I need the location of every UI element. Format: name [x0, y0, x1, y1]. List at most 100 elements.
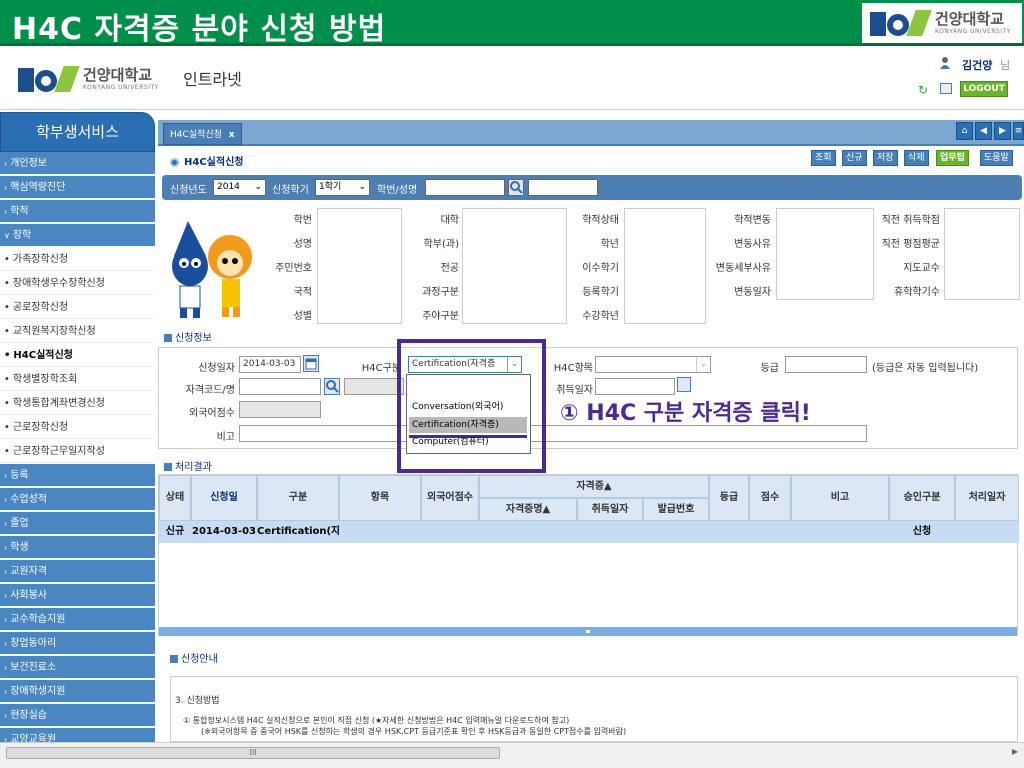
term-label: 신청학기	[272, 185, 309, 196]
sidebar-item[interactable]: › 학적	[0, 200, 155, 223]
logout-button[interactable]: LOGOUT	[960, 81, 1008, 97]
sidebar-item-label: 사회봉사	[10, 590, 48, 601]
calendar-icon[interactable]	[303, 355, 319, 372]
cert-code-label: 자격코드/명	[185, 385, 235, 396]
sidebar-item-label: 학생별장학조회	[12, 374, 78, 385]
help-button[interactable]: 도움말	[980, 150, 1013, 166]
sidebar-item[interactable]: • 근로장학근무일지작성	[0, 440, 155, 463]
year-label: 신청년도	[170, 185, 207, 196]
sidebar-item[interactable]: • 가족장학신청	[0, 248, 155, 271]
sidebar-title[interactable]: 학부생서비스	[0, 112, 155, 152]
bullet-icon: •	[4, 302, 10, 313]
grade-input[interactable]	[785, 356, 867, 373]
new-button[interactable]: 신규	[842, 150, 867, 166]
sidebar-item[interactable]: › 사회봉사	[0, 584, 155, 607]
year-select[interactable]: 2014 ⌄	[213, 179, 266, 196]
info-value-box	[317, 208, 402, 324]
sidebar-item[interactable]: • 공로장학신청	[0, 296, 155, 319]
tab-h4c[interactable]: H4C실적신청 x	[163, 123, 242, 145]
chevron-down-icon: ⌄	[254, 182, 262, 192]
sidebar-item[interactable]: › 보건진료소	[0, 656, 155, 679]
calendar-icon[interactable]	[677, 377, 691, 392]
table-hscrollbar[interactable]	[159, 627, 1017, 636]
page-hscrollbar[interactable]: III ▶	[0, 742, 1024, 768]
logo-name-ko: 건양대학교	[83, 65, 153, 84]
term-select[interactable]: 1학기 ⌄	[315, 179, 370, 196]
chevron-icon: ›	[4, 495, 8, 504]
search-button[interactable]: 조회	[811, 150, 836, 166]
student-name-input[interactable]	[528, 179, 598, 196]
sidebar-item-label: 교원자격	[10, 566, 48, 577]
sidebar-item-label: 등록	[10, 470, 29, 481]
note-input[interactable]	[239, 425, 867, 442]
info-label: 주민번호	[275, 263, 312, 274]
sidebar-item-label: 교직원복지장학신청	[12, 326, 96, 337]
sidebar-item[interactable]: › 창업동아리	[0, 632, 155, 655]
chevron-icon: ›	[4, 471, 8, 480]
tab-label: H4C실적신청	[170, 130, 222, 140]
sidebar-item[interactable]: › 교수학습지원	[0, 608, 155, 631]
prev-tab-icon[interactable]: ◀	[975, 122, 992, 140]
sidebar-item-label: 장애학생우수장학신청	[12, 278, 105, 289]
refresh-icon[interactable]: ↻	[918, 83, 928, 97]
chevron-icon: ›	[4, 567, 8, 576]
sidebar-item[interactable]: • 교직원복지장학신청	[0, 320, 155, 343]
scroll-right-icon[interactable]: ▶	[1012, 747, 1018, 756]
sidebar-item[interactable]: › 개인정보	[0, 152, 155, 175]
university-logo-icon	[18, 66, 80, 92]
sidebar-item[interactable]: › 장애학생지원	[0, 680, 155, 703]
sidebar-item[interactable]: › 교원자격	[0, 560, 155, 583]
next-tab-icon[interactable]: ▶	[994, 122, 1011, 140]
sidebar-item[interactable]: › 졸업	[0, 512, 155, 535]
tips-button[interactable]: 업무팁	[936, 150, 969, 166]
col-cert-group[interactable]: 자격증▲	[479, 475, 709, 498]
chevron-icon: ›	[4, 711, 8, 720]
save-button[interactable]: 저장	[873, 150, 898, 166]
sidebar-item[interactable]: ∨ 장학	[0, 224, 155, 247]
result-section-label: 처리결과	[175, 462, 212, 473]
search-icon[interactable]	[508, 179, 524, 196]
col-lang: 외국어점수	[421, 475, 479, 521]
id-name-label: 학번/성명	[377, 185, 418, 196]
chevron-down-icon: ⌄	[696, 357, 710, 372]
sidebar-item-label: 학생통합계좌변경신청	[12, 398, 105, 409]
bullet-icon: •	[4, 446, 10, 457]
help-section-title: 신청안내	[170, 650, 218, 665]
sidebar-item[interactable]: • H4C실적신청	[0, 344, 155, 367]
apply-date-input[interactable]: 2014-03-03	[239, 356, 301, 373]
col-date[interactable]: 신청일	[191, 475, 257, 521]
help-panel: 3. 신청방법 ① 통합정보시스템 H4C 실적신청으로 본인이 직접 신청 (…	[170, 676, 1018, 742]
h4c-item-select[interactable]: ⌄	[595, 356, 711, 373]
sidebar-item[interactable]: • 장애학생우수장학신청	[0, 272, 155, 295]
cert-code-input[interactable]	[239, 378, 321, 395]
sidebar-item[interactable]: › 핵심역량진단	[0, 176, 155, 199]
chevron-icon: ›	[4, 207, 8, 216]
sidebar-item[interactable]: › 현장실습	[0, 704, 155, 727]
sidebar-item[interactable]: › 학생	[0, 536, 155, 559]
col-status: 상태	[159, 475, 191, 521]
acq-date-input[interactable]	[595, 378, 675, 395]
row-date: 2014-03-03	[192, 526, 256, 537]
sidebar-item[interactable]: • 학생별장학조회	[0, 368, 155, 391]
sidebar-item[interactable]: • 학생통합계좌변경신청	[0, 392, 155, 415]
app-logo[interactable]: 건양대학교 KONYANG UNIVERSITY	[18, 66, 159, 92]
search-icon[interactable]	[324, 378, 340, 395]
tab-close-icon[interactable]: x	[229, 130, 235, 140]
cert-name-input	[344, 378, 404, 395]
tab-list-icon[interactable]: ≡	[1013, 122, 1024, 140]
sidebar-item[interactable]: › 수업성적	[0, 488, 155, 511]
info-label: 과정구분	[422, 287, 459, 298]
user-name: 김건양	[962, 59, 993, 72]
delete-button[interactable]: 삭제	[904, 150, 929, 166]
table-row[interactable]: 신규 2014-03-03 Certification(자 신청	[159, 521, 1019, 543]
student-id-input[interactable]	[425, 179, 505, 196]
student-info-panel: 학번 성명 주민번호 국적 성별 대학 학부(과) 전공 과정구분 주야구분 학적상태 학년 이수학기 등…	[162, 205, 1022, 324]
sidebar-item[interactable]: › 등록	[0, 464, 155, 487]
chevron-icon: ∨	[4, 231, 10, 240]
home-icon[interactable]: ⌂	[956, 122, 973, 140]
scroll-thumb[interactable]: III	[6, 747, 500, 759]
col-cert-name[interactable]: 자격증명▲	[479, 498, 577, 521]
sidebar-item[interactable]: • 근로장학신청	[0, 416, 155, 439]
window-icon[interactable]	[940, 83, 952, 94]
section-arrow-icon	[164, 334, 172, 342]
